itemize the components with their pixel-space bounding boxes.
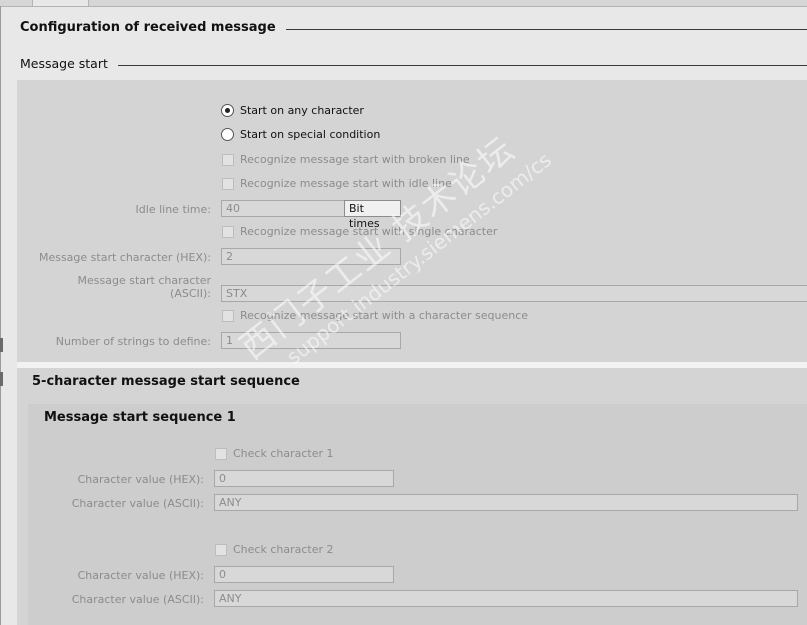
start-char-hex-input[interactable]: 2 xyxy=(221,248,401,265)
num-strings-input[interactable]: 1 xyxy=(221,332,401,349)
checkbox-idle-line[interactable]: Recognize message start with idle line xyxy=(222,177,452,190)
char2-hex-input[interactable]: 0 xyxy=(214,566,394,583)
radio-start-special-condition[interactable]: Start on special condition xyxy=(221,128,380,141)
checkbox-label: Recognize message start with idle line xyxy=(240,177,452,190)
start-char-ascii-label-line2: (ASCII): xyxy=(170,287,211,300)
idle-line-time-unit: Bit times xyxy=(344,200,401,230)
char2-ascii-input[interactable]: ANY xyxy=(214,590,798,607)
start-char-ascii-input[interactable]: STX xyxy=(221,285,807,302)
checkbox-character-sequence[interactable]: Recognize message start with a character… xyxy=(222,309,528,322)
main-heading: Configuration of received message xyxy=(20,20,807,35)
checkbox-broken-line[interactable]: Recognize message start with broken line xyxy=(222,153,470,166)
checkbox-icon[interactable] xyxy=(215,447,227,460)
check-character-1[interactable]: Check character 1 xyxy=(215,447,334,460)
start-char-ascii-label-line1: Message start character xyxy=(77,274,212,287)
radio-unselected-icon[interactable] xyxy=(221,128,234,141)
top-tab-strip xyxy=(0,0,807,7)
radio-start-any-character[interactable]: Start on any character xyxy=(221,104,364,117)
start-char-hex-label: Message start character (HEX): xyxy=(38,251,211,264)
char1-ascii-label: Character value (ASCII): xyxy=(71,497,204,510)
splitter-handle[interactable] xyxy=(0,338,3,352)
checkbox-icon[interactable] xyxy=(222,153,234,166)
heading-rule xyxy=(117,65,807,66)
radio-label: Start on special condition xyxy=(240,128,381,141)
char1-ascii-input[interactable]: ANY xyxy=(214,494,798,511)
checkbox-icon[interactable] xyxy=(215,543,227,556)
checkbox-icon[interactable] xyxy=(222,177,234,190)
start-char-ascii-label: Message start character (ASCII): xyxy=(20,274,212,300)
radio-selected-icon[interactable] xyxy=(221,104,234,117)
char2-hex-label: Character value (HEX): xyxy=(77,569,204,582)
heading-rule xyxy=(285,29,807,30)
num-strings-label: Number of strings to define: xyxy=(55,335,211,348)
sub-heading-text: Message start xyxy=(20,56,108,71)
check-character-2[interactable]: Check character 2 xyxy=(215,543,334,556)
idle-line-time-label: Idle line time: xyxy=(135,203,211,216)
checkbox-single-character[interactable]: Recognize message start with single char… xyxy=(222,225,497,238)
char1-hex-label: Character value (HEX): xyxy=(77,473,204,486)
checkbox-label: Check character 2 xyxy=(233,543,334,556)
checkbox-label: Recognize message start with a character… xyxy=(240,309,529,322)
checkbox-icon[interactable] xyxy=(222,309,234,322)
left-border xyxy=(0,6,1,625)
checkbox-label: Check character 1 xyxy=(233,447,334,460)
radio-label: Start on any character xyxy=(240,104,364,117)
sub-heading: Message start xyxy=(20,56,807,71)
checkbox-label: Recognize message start with broken line xyxy=(240,153,470,166)
editor-tab[interactable] xyxy=(32,0,89,6)
main-heading-text: Configuration of received message xyxy=(20,20,276,35)
checkbox-icon[interactable] xyxy=(222,225,234,238)
idle-line-time-input[interactable]: 40 xyxy=(221,200,345,217)
char1-hex-input[interactable]: 0 xyxy=(214,470,394,487)
char2-ascii-label: Character value (ASCII): xyxy=(71,593,204,606)
sequence-1-title: Message start sequence 1 xyxy=(44,410,236,425)
sequence-section-title: 5-character message start sequence xyxy=(32,374,300,389)
splitter-handle[interactable] xyxy=(0,372,3,386)
checkbox-label: Recognize message start with single char… xyxy=(240,225,498,238)
